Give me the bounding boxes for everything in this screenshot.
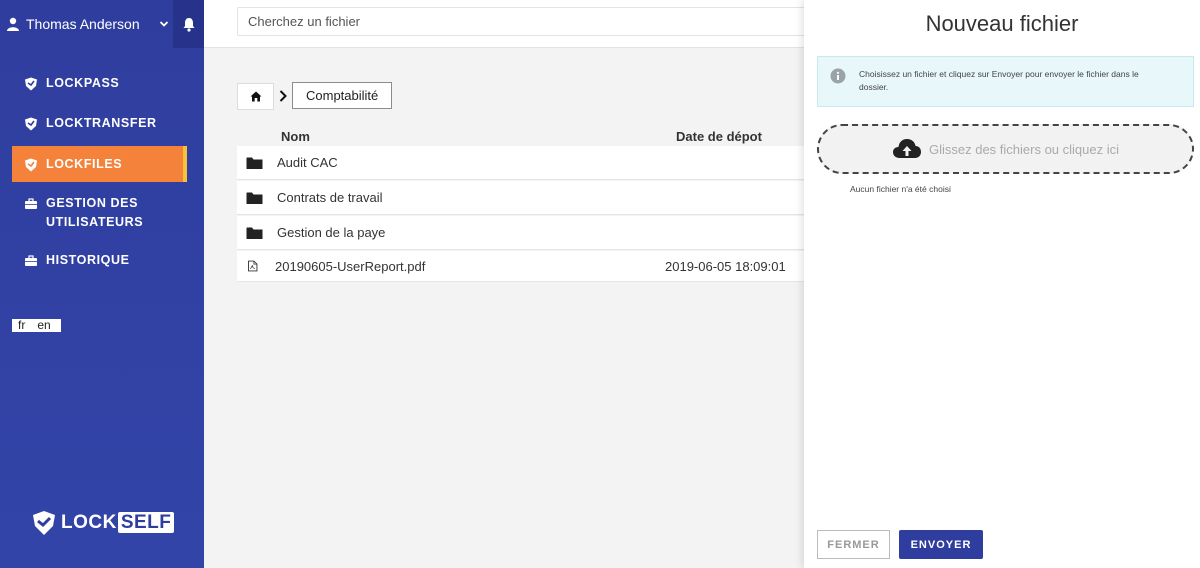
info-alert: Choisissez un fichier et cliquez sur Env… xyxy=(817,56,1194,107)
user-menu[interactable]: Thomas Anderson xyxy=(0,0,173,48)
folder-icon xyxy=(246,227,263,239)
nav-label: LOCKPASS xyxy=(46,76,120,90)
lang-fr[interactable]: fr xyxy=(18,319,25,332)
file-name: Audit CAC xyxy=(277,155,338,170)
column-header-name[interactable]: Nom xyxy=(281,129,310,144)
cloud-upload-icon xyxy=(892,139,921,158)
shield-icon xyxy=(25,77,37,91)
pdf-file-icon xyxy=(248,260,258,272)
shield-icon xyxy=(25,158,37,171)
nav-item-gestion-utilisateurs[interactable]: GESTION DES UTILISATEURS xyxy=(0,196,166,232)
nav-item-lockfiles[interactable]: LOCKFILES xyxy=(12,146,187,182)
lockself-logo: LOCK SELF xyxy=(31,510,175,536)
chevron-right-icon xyxy=(279,90,287,102)
file-name: 20190605-UserReport.pdf xyxy=(275,258,426,274)
info-text: Choisissez un fichier et cliquez sur Env… xyxy=(859,69,1139,92)
close-button[interactable]: FERMER xyxy=(817,530,890,559)
panel-title: Nouveau fichier xyxy=(925,11,1079,36)
table-row[interactable]: Gestion de la paye xyxy=(237,216,804,250)
search-input[interactable] xyxy=(237,7,807,36)
user-icon xyxy=(7,17,19,31)
sidebar: Thomas Anderson LOCKPASS LOCKTRANSFER LO… xyxy=(0,0,204,568)
file-name: Contrats de travail xyxy=(277,190,383,205)
table-row[interactable]: Contrats de travail xyxy=(237,181,804,215)
info-icon xyxy=(830,68,846,84)
nav-item-lockpass[interactable]: LOCKPASS xyxy=(0,76,119,91)
new-file-panel: Nouveau fichier Choisissez un fichier et… xyxy=(804,0,1200,568)
breadcrumb-current-folder[interactable]: Comptabilité xyxy=(292,82,393,109)
nav-item-locktransfer[interactable]: LOCKTRANSFER xyxy=(0,116,157,131)
language-switcher: fr en xyxy=(12,319,61,332)
folder-icon xyxy=(246,192,263,204)
breadcrumb-home-button[interactable] xyxy=(237,83,274,110)
folder-icon xyxy=(246,157,263,169)
send-button[interactable]: ENVOYER xyxy=(899,530,983,559)
file-date: 2019-06-05 18:09:01 xyxy=(665,258,786,274)
shield-icon xyxy=(25,117,37,131)
table-row[interactable]: Audit CAC xyxy=(237,146,804,180)
file-name: Gestion de la paye xyxy=(277,225,386,240)
notifications-button[interactable] xyxy=(173,0,204,48)
home-icon xyxy=(250,91,261,102)
briefcase-icon xyxy=(25,198,37,209)
bell-icon xyxy=(183,17,194,32)
nav-label: LOCKTRANSFER xyxy=(46,116,157,130)
nav-item-historique[interactable]: HISTORIQUE xyxy=(0,253,130,268)
nav-label: LOCKFILES xyxy=(46,157,123,171)
file-dropzone[interactable]: Glissez des fichiers ou cliquez ici xyxy=(817,124,1194,174)
column-header-date[interactable]: Date de dépot xyxy=(676,129,762,144)
no-file-chosen-text: Aucun fichier n'a été choisi xyxy=(850,184,951,194)
table-row[interactable]: 20190605-UserReport.pdf 2019-06-05 18:09… xyxy=(237,251,804,282)
top-bar xyxy=(204,0,807,48)
briefcase-icon xyxy=(25,255,37,266)
logo-text: LOCK SELF xyxy=(61,512,175,534)
sidebar-header: Thomas Anderson xyxy=(0,0,204,48)
lockself-logo-icon xyxy=(33,511,55,535)
chevron-down-icon xyxy=(159,21,168,27)
dropzone-label: Glissez des fichiers ou cliquez ici xyxy=(928,141,1120,157)
nav-label: HISTORIQUE xyxy=(46,253,130,267)
user-name: Thomas Anderson xyxy=(26,16,140,32)
nav-label: GESTION DES UTILISATEURS xyxy=(46,196,144,229)
lang-en[interactable]: en xyxy=(37,319,50,332)
